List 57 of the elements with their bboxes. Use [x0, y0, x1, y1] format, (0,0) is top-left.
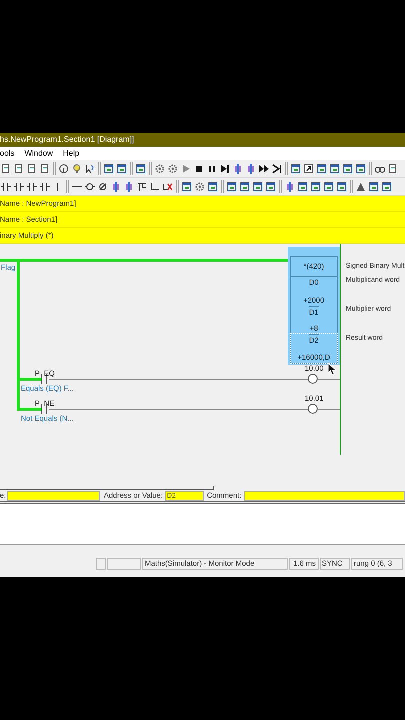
window-icon[interactable] — [240, 182, 250, 192]
fast-forward-icon[interactable] — [259, 164, 269, 174]
window-icon[interactable] — [253, 182, 263, 192]
window-icon[interactable] — [117, 164, 127, 174]
pause-icon[interactable] — [207, 164, 217, 174]
window-icon[interactable] — [343, 164, 353, 174]
window-icon[interactable] — [104, 164, 114, 174]
contact-icon[interactable] — [40, 182, 50, 192]
document-icon[interactable] — [1, 164, 11, 174]
menu-item[interactable]: ools — [0, 148, 15, 160]
delete-icon[interactable] — [163, 182, 173, 192]
contact-icon[interactable] — [27, 182, 37, 192]
menu-item[interactable]: Window — [24, 148, 54, 160]
triangle-icon[interactable] — [356, 182, 366, 192]
window-icon[interactable] — [208, 182, 218, 192]
window-icon[interactable] — [266, 182, 276, 192]
step-icon[interactable] — [220, 164, 230, 174]
branch-icon[interactable] — [137, 182, 147, 192]
info-icon[interactable] — [59, 164, 69, 174]
window-icon[interactable] — [324, 182, 334, 192]
window-icon[interactable] — [337, 182, 347, 192]
comment-field[interactable] — [244, 490, 405, 500]
coil-symbol — [308, 404, 318, 414]
document-icon[interactable] — [388, 164, 398, 174]
negated-coil-icon[interactable] — [98, 182, 108, 192]
document-icon[interactable] — [40, 164, 50, 174]
window-icon[interactable] — [182, 182, 192, 192]
window-icon[interactable] — [291, 164, 301, 174]
window-icon[interactable] — [330, 164, 340, 174]
window-icon[interactable] — [382, 182, 392, 192]
stop-icon[interactable] — [194, 164, 204, 174]
status-cell — [96, 558, 106, 570]
help-icon[interactable] — [85, 164, 95, 174]
window-icon[interactable] — [298, 182, 308, 192]
coil-symbol — [308, 374, 318, 384]
window-icon[interactable] — [369, 182, 379, 192]
window-icon[interactable] — [317, 164, 327, 174]
contact-icon[interactable] — [14, 182, 24, 192]
name-field[interactable] — [7, 490, 100, 500]
arrow-icon[interactable] — [304, 164, 314, 174]
document-icon[interactable] — [14, 164, 24, 174]
chip-icon[interactable] — [285, 182, 295, 192]
coil-icon[interactable] — [85, 182, 95, 192]
window-icon[interactable] — [227, 182, 237, 192]
skip-end-icon[interactable] — [272, 164, 282, 174]
document-icon[interactable] — [27, 164, 37, 174]
menu-item[interactable]: Help — [63, 148, 80, 160]
window-title: hs.NewProgram1.Section1 [Diagram]] — [0, 134, 134, 146]
mouse-cursor-icon — [328, 363, 337, 376]
window-icon[interactable] — [311, 182, 321, 192]
window-icon[interactable] — [136, 164, 146, 174]
window-icon[interactable] — [356, 164, 366, 174]
bulb-icon[interactable] — [72, 164, 82, 174]
status-cell — [107, 558, 141, 570]
gear-icon[interactable] — [195, 182, 205, 192]
contact-icon[interactable] — [1, 182, 11, 192]
corner-icon[interactable] — [150, 182, 160, 192]
